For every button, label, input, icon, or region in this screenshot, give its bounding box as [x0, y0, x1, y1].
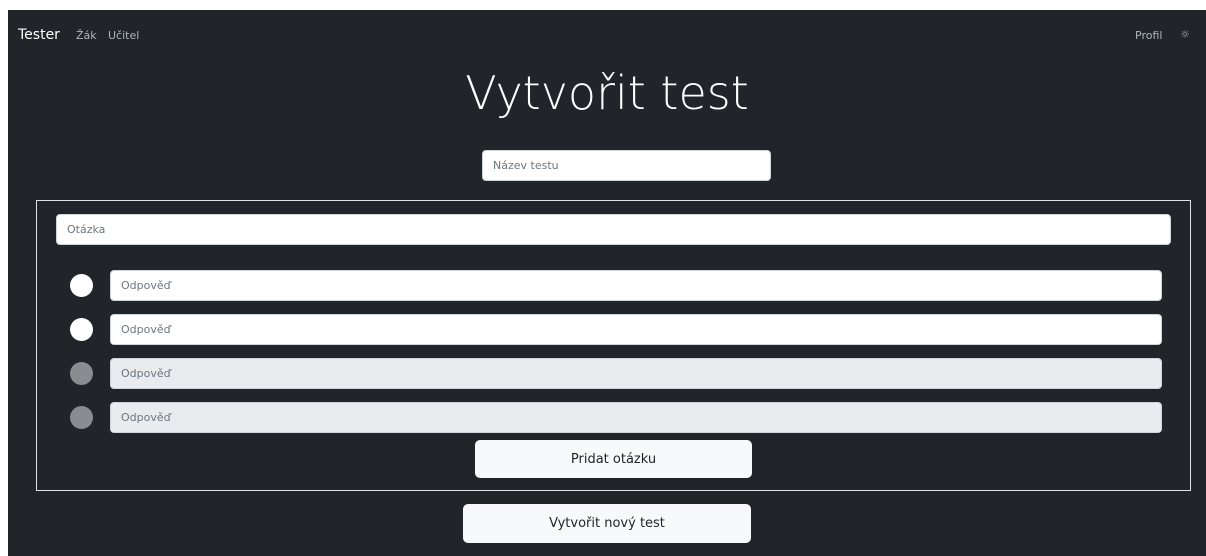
- answer-row: [37, 402, 1190, 433]
- answer-input[interactable]: [110, 270, 1162, 301]
- sun-icon[interactable]: ☼: [1178, 28, 1192, 42]
- nav-link-profil[interactable]: Profil: [1135, 29, 1162, 42]
- navbar: Tester Žák Učitel Profil ☼: [8, 10, 1206, 60]
- answer-input-disabled: [110, 402, 1162, 433]
- page-title: Vytvořit test: [465, 66, 749, 120]
- question-input[interactable]: [56, 214, 1171, 245]
- brand-logo[interactable]: Tester: [18, 27, 60, 43]
- app-root: Tester Žák Učitel Profil ☼ Vytvořit test…: [8, 10, 1206, 556]
- question-card: Pridat otázku: [36, 200, 1191, 491]
- nav-link-ucitel[interactable]: Učitel: [108, 29, 139, 42]
- nav-link-zak[interactable]: Žák: [76, 29, 97, 42]
- answer-row: [37, 358, 1190, 389]
- answer-row: [37, 270, 1190, 301]
- answer-input[interactable]: [110, 314, 1162, 345]
- create-test-button[interactable]: Vytvořit nový test: [463, 504, 751, 543]
- answer-radio[interactable]: [70, 318, 93, 341]
- answer-radio[interactable]: [70, 274, 93, 297]
- answer-radio-disabled: [70, 362, 93, 385]
- answer-row: [37, 314, 1190, 345]
- test-name-input[interactable]: [482, 150, 771, 181]
- answer-input-disabled: [110, 358, 1162, 389]
- answer-radio-disabled: [70, 406, 93, 429]
- add-question-button[interactable]: Pridat otázku: [475, 440, 752, 478]
